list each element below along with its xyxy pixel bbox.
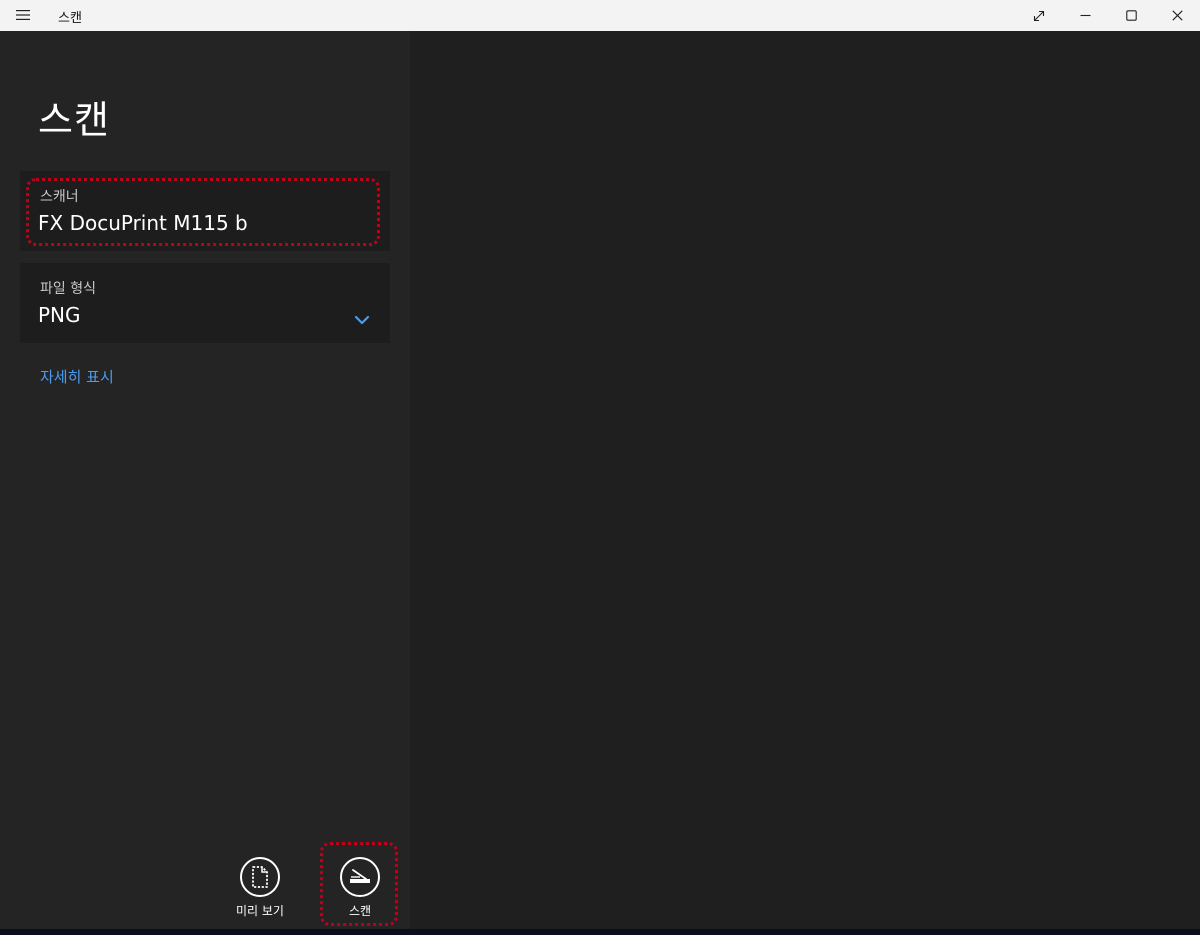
page-title: 스캔 (38, 98, 110, 142)
expand-diagonal-icon[interactable] (1016, 0, 1062, 31)
file-format-label: 파일 형식 (40, 281, 96, 297)
chevron-down-icon (354, 311, 370, 325)
scanner-selector[interactable]: 스캐너 FX DocuPrint M115 b (20, 171, 390, 251)
scan-button[interactable]: 스캔 (325, 857, 395, 927)
minimize-icon[interactable] (1062, 0, 1108, 31)
window-bottom-edge (0, 929, 1200, 935)
document-preview-icon (240, 857, 280, 897)
file-format-value: PNG (38, 303, 81, 327)
settings-panel: 스캔 스캐너 FX DocuPrint M115 b 파일 형식 PNG 자세히… (0, 31, 410, 929)
preview-area (410, 31, 1200, 929)
close-icon[interactable] (1154, 0, 1200, 31)
title-bar: 스캔 (0, 0, 1200, 31)
maximize-icon[interactable] (1108, 0, 1154, 31)
preview-button[interactable]: 미리 보기 (225, 857, 295, 927)
scanner-value: FX DocuPrint M115 b (38, 211, 248, 235)
scanner-icon (340, 857, 380, 897)
preview-label: 미리 보기 (236, 904, 284, 918)
app-title: 스캔 (58, 11, 82, 26)
hamburger-menu-icon[interactable] (11, 5, 35, 25)
file-format-dropdown[interactable]: 파일 형식 PNG (20, 263, 390, 343)
scan-app-window: 스캔 스캔 스캐너 FX DocuPrint M115 b 파일 형식 PNG … (0, 0, 1200, 935)
scan-label: 스캔 (348, 904, 372, 918)
show-more-link[interactable]: 자세히 표시 (40, 366, 114, 387)
scanner-label: 스캐너 (40, 189, 79, 205)
